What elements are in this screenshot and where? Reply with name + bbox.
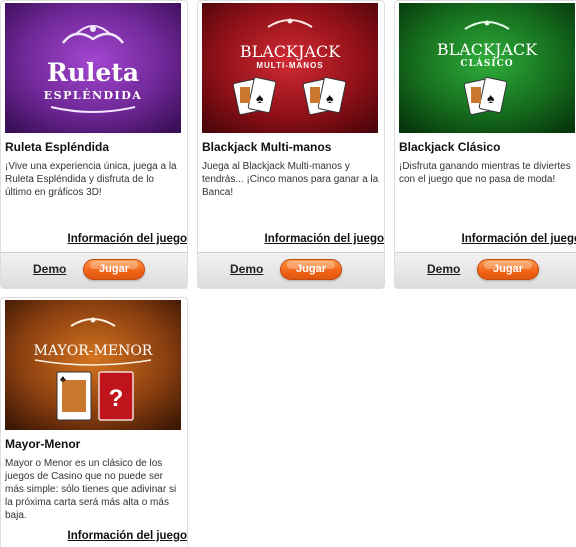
game-description: Juega al Blackjack Multi-manos y tendrás… (202, 161, 379, 198)
play-button[interactable]: Jugar (280, 259, 342, 280)
demo-link[interactable]: Demo (427, 262, 460, 276)
playing-cards-icon: ♠ (463, 76, 508, 116)
game-thumbnail-clasico[interactable]: BLACKJACK CLÁSICO ♠ (399, 3, 575, 133)
face-card-icon: ♣ (56, 371, 92, 421)
hidden-card-mark: ? (109, 385, 124, 412)
card-footer: Demo Jugar (1, 252, 187, 288)
demo-link[interactable]: Demo (230, 262, 263, 276)
game-card-blackjack-multi-manos: BLACKJACK MULTI-MANOS ♠ ♠ Blackjack Mult… (197, 0, 385, 289)
multimanos-logo-line-1: BLACKJACK (240, 42, 341, 61)
hidden-card-icon: ? (98, 371, 134, 421)
game-thumbnail-mayor-menor[interactable]: MAYOR-MENOR ♣ ? (5, 300, 181, 430)
game-description: ¡Disfruta ganando mientras te diviertes … (399, 161, 571, 185)
game-title: Ruleta Espléndida (5, 140, 110, 154)
game-card-blackjack-clasico: BLACKJACK CLÁSICO ♠ Blackjack Clásico ¡D… (394, 0, 576, 289)
game-title: Blackjack Clásico (399, 140, 501, 154)
clasico-logo-line-2: CLÁSICO (460, 57, 513, 69)
game-card-mayor-menor: MAYOR-MENOR ♣ ? Mayor-Menor Mayor o Meno… (0, 297, 188, 547)
game-info-link[interactable]: Información del juego (68, 530, 187, 542)
game-info-link[interactable]: Información del juego (265, 233, 384, 245)
game-title: Blackjack Multi-manos (202, 140, 332, 154)
multimanos-logo-line-2: MULTI-MANOS (256, 61, 323, 70)
game-info-link[interactable]: Información del juego (462, 233, 576, 245)
ruleta-logo-line-2: ESPLÉNDIDA (44, 88, 143, 102)
card-footer: Demo Jugar (198, 252, 384, 288)
game-thumbnail-multimanos[interactable]: BLACKJACK MULTI-MANOS ♠ ♠ (202, 3, 378, 133)
ruleta-logo-line-1: Ruleta (47, 58, 139, 87)
game-card-ruleta-esplendida: Ruleta ESPLÉNDIDA Ruleta Espléndida ¡Viv… (0, 0, 188, 289)
game-title: Mayor-Menor (5, 437, 81, 451)
demo-link[interactable]: Demo (33, 262, 66, 276)
multimanos-logo-art: BLACKJACK MULTI-MANOS ♠ ♠ (202, 3, 378, 133)
card-footer: Demo Jugar (395, 252, 576, 288)
game-thumbnail-ruleta[interactable]: Ruleta ESPLÉNDIDA (5, 3, 181, 133)
ruleta-logo-art: Ruleta ESPLÉNDIDA (5, 3, 181, 133)
svg-text:♠: ♠ (326, 90, 334, 106)
svg-text:♠: ♠ (256, 90, 264, 106)
svg-text:♣: ♣ (60, 374, 66, 384)
mayor-menor-logo-text: MAYOR-MENOR (34, 343, 153, 359)
game-description: ¡Vive una experiencia única, juega a la … (5, 161, 177, 198)
play-button[interactable]: Jugar (477, 259, 539, 280)
play-button[interactable]: Jugar (83, 259, 145, 280)
svg-text:♠: ♠ (487, 90, 495, 106)
game-description: Mayor o Menor es un clásico de los juego… (5, 458, 177, 521)
playing-cards-icon: ♠ (232, 76, 277, 116)
clasico-logo-art: BLACKJACK CLÁSICO ♠ (399, 3, 575, 133)
mayor-menor-logo-art: MAYOR-MENOR ♣ ? (5, 300, 181, 430)
playing-cards-icon: ♠ (302, 76, 347, 116)
clasico-logo-line-1: BLACKJACK (437, 40, 538, 59)
game-info-link[interactable]: Información del juego (68, 233, 187, 245)
